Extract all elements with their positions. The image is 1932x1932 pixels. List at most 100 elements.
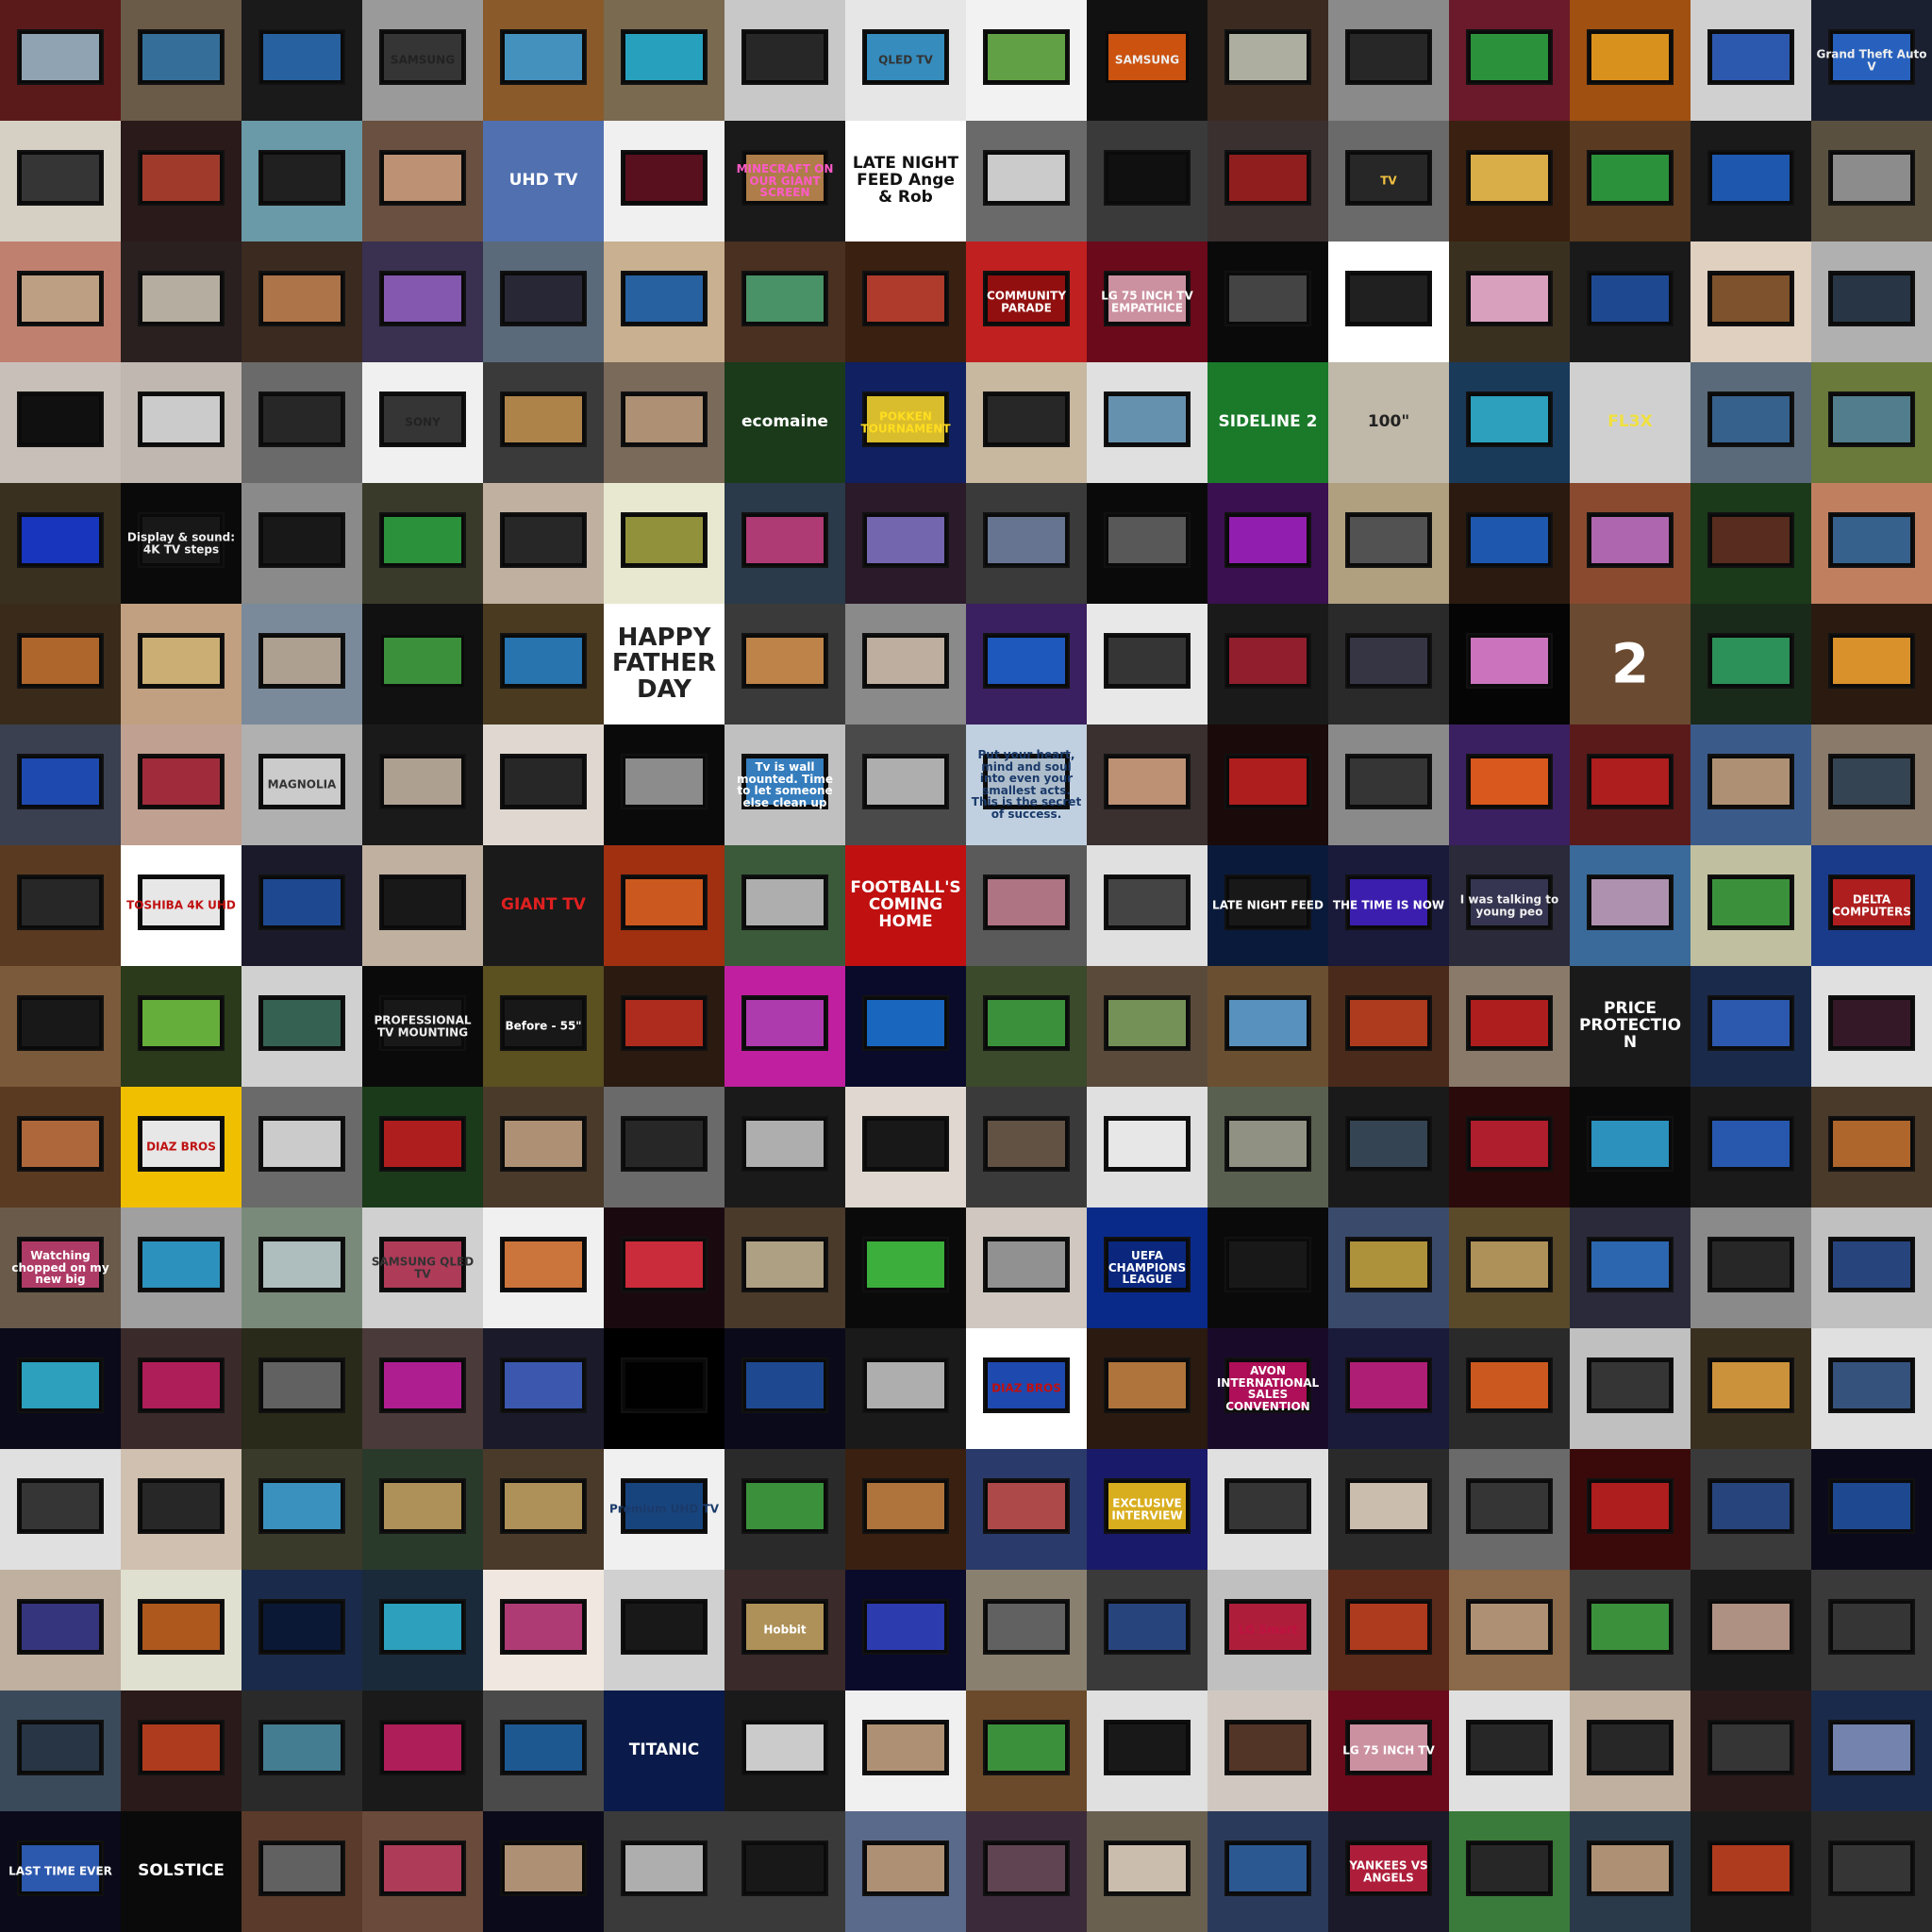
mosaic-tile: [242, 1811, 362, 1932]
tv-picture: [1591, 1482, 1670, 1529]
tv-screen: [16, 1477, 105, 1534]
tv-screen: [1465, 28, 1554, 85]
mosaic-tile: [483, 0, 604, 121]
tv-picture: [1711, 1482, 1790, 1529]
mosaic-tile: I was talking to young peo: [1449, 845, 1570, 966]
tv-picture: [1228, 758, 1307, 805]
tv-screen: [1827, 994, 1916, 1051]
tv-screen: [620, 28, 708, 85]
mosaic-tile: [1690, 724, 1811, 845]
mosaic-tile: [0, 362, 121, 483]
tv-screen: [982, 874, 1071, 930]
tv-picture: [625, 1241, 704, 1288]
tv-picture: [1108, 878, 1187, 925]
tv-picture: [745, 33, 824, 80]
tv-picture: [1591, 154, 1670, 201]
mosaic-tile: [1087, 483, 1208, 604]
mosaic-tile: [1208, 1087, 1328, 1208]
mosaic-tile: [1570, 1449, 1690, 1570]
mosaic-tile: Before - 55": [483, 966, 604, 1087]
tv-picture: [1349, 1241, 1428, 1288]
mosaic-tile: [845, 604, 966, 724]
tv-picture: [21, 1724, 100, 1771]
tv-screen: [620, 874, 708, 930]
tv-picture: [625, 999, 704, 1046]
tv-picture: [21, 33, 100, 80]
tv-screen: [1465, 1719, 1554, 1775]
tv-screen: [861, 994, 950, 1051]
tile-caption: MAGNOLIA: [267, 777, 337, 791]
tv-screen: [1586, 1236, 1674, 1292]
tv-picture: [866, 1724, 945, 1771]
mosaic-tile: [1208, 121, 1328, 242]
mosaic-tile: [1690, 121, 1811, 242]
tv-picture: [21, 1120, 100, 1167]
mosaic-tile: [242, 362, 362, 483]
tv-screen: [1707, 632, 1795, 689]
mosaic-tile: [1811, 362, 1932, 483]
mosaic-tile: [1449, 1811, 1570, 1932]
mosaic-tile: [121, 362, 242, 483]
tile-caption: Hobbit: [763, 1623, 807, 1637]
tv-screen: [258, 391, 346, 447]
mosaic-tile: FOOTBALL'S COMING HOME: [845, 845, 966, 966]
mosaic-tile: 100": [1328, 362, 1449, 483]
tile-caption: COMMUNITY PARADE: [986, 289, 1067, 314]
tv-screen: [1827, 1357, 1916, 1413]
mosaic-tile: Watching chopped on my new big: [0, 1208, 121, 1328]
mosaic-tile: [966, 1811, 1087, 1932]
tv-picture: [625, 1361, 704, 1408]
tv-screen: [1707, 874, 1795, 930]
mosaic-tile: LATE NIGHT FEED: [1208, 845, 1328, 966]
tv-screen: [741, 511, 829, 568]
mosaic-tile: [1811, 1208, 1932, 1328]
mosaic-tile: [1328, 0, 1449, 121]
tv-screen: [1224, 511, 1312, 568]
tile-caption: UHD TV: [508, 171, 578, 191]
tv-picture: [1349, 1482, 1428, 1529]
mosaic-tile: [0, 604, 121, 724]
tv-screen: [16, 270, 105, 326]
mosaic-tile: [1087, 362, 1208, 483]
tv-screen: [1465, 632, 1554, 689]
tv-screen: [1586, 1477, 1674, 1534]
tv-picture: [1108, 1844, 1187, 1891]
tv-picture: [1108, 999, 1187, 1046]
tv-screen: [1827, 1115, 1916, 1172]
tv-picture: [1470, 154, 1549, 201]
tv-screen: [378, 753, 467, 809]
tv-screen: [982, 1115, 1071, 1172]
mosaic-tile: [1690, 1690, 1811, 1811]
tile-caption: HAPPY FATHER DAY: [611, 624, 717, 704]
tv-screen: [982, 1719, 1071, 1775]
tv-screen: [1707, 511, 1795, 568]
tv-picture: [1832, 154, 1911, 201]
mosaic-tile: [1087, 121, 1208, 242]
mosaic-tile: [1087, 966, 1208, 1087]
mosaic-tile: [1328, 966, 1449, 1087]
tv-picture: [866, 1603, 945, 1650]
mosaic-tile: PROFESSIONAL TV MOUNTING: [362, 966, 483, 1087]
mosaic-tile: [724, 1449, 845, 1570]
mosaic-tile: [604, 1328, 724, 1449]
mosaic-tile: [966, 362, 1087, 483]
tv-picture: [383, 637, 462, 684]
tv-screen: [1827, 511, 1916, 568]
tv-picture: [1228, 1120, 1307, 1167]
tv-screen: [1707, 1357, 1795, 1413]
tv-picture: [1470, 516, 1549, 563]
mosaic-tile: [1328, 1087, 1449, 1208]
mosaic-tile: [1449, 1690, 1570, 1811]
tv-screen: [137, 28, 225, 85]
mosaic-tile: [1087, 1811, 1208, 1932]
mosaic-tile: [1690, 1811, 1811, 1932]
mosaic-tile: [0, 121, 121, 242]
tv-screen: [620, 1357, 708, 1413]
tv-screen: [741, 1719, 829, 1775]
tv-picture: [142, 1241, 221, 1288]
mosaic-tile: [1449, 1087, 1570, 1208]
tv-screen: [1224, 1719, 1312, 1775]
tile-caption: LATE NIGHT FEED Ange & Rob: [852, 154, 959, 207]
tile-caption: THE TIME IS NOW: [1332, 898, 1445, 912]
tile-caption: EXCLUSIVE INTERVIEW: [1111, 1496, 1183, 1522]
